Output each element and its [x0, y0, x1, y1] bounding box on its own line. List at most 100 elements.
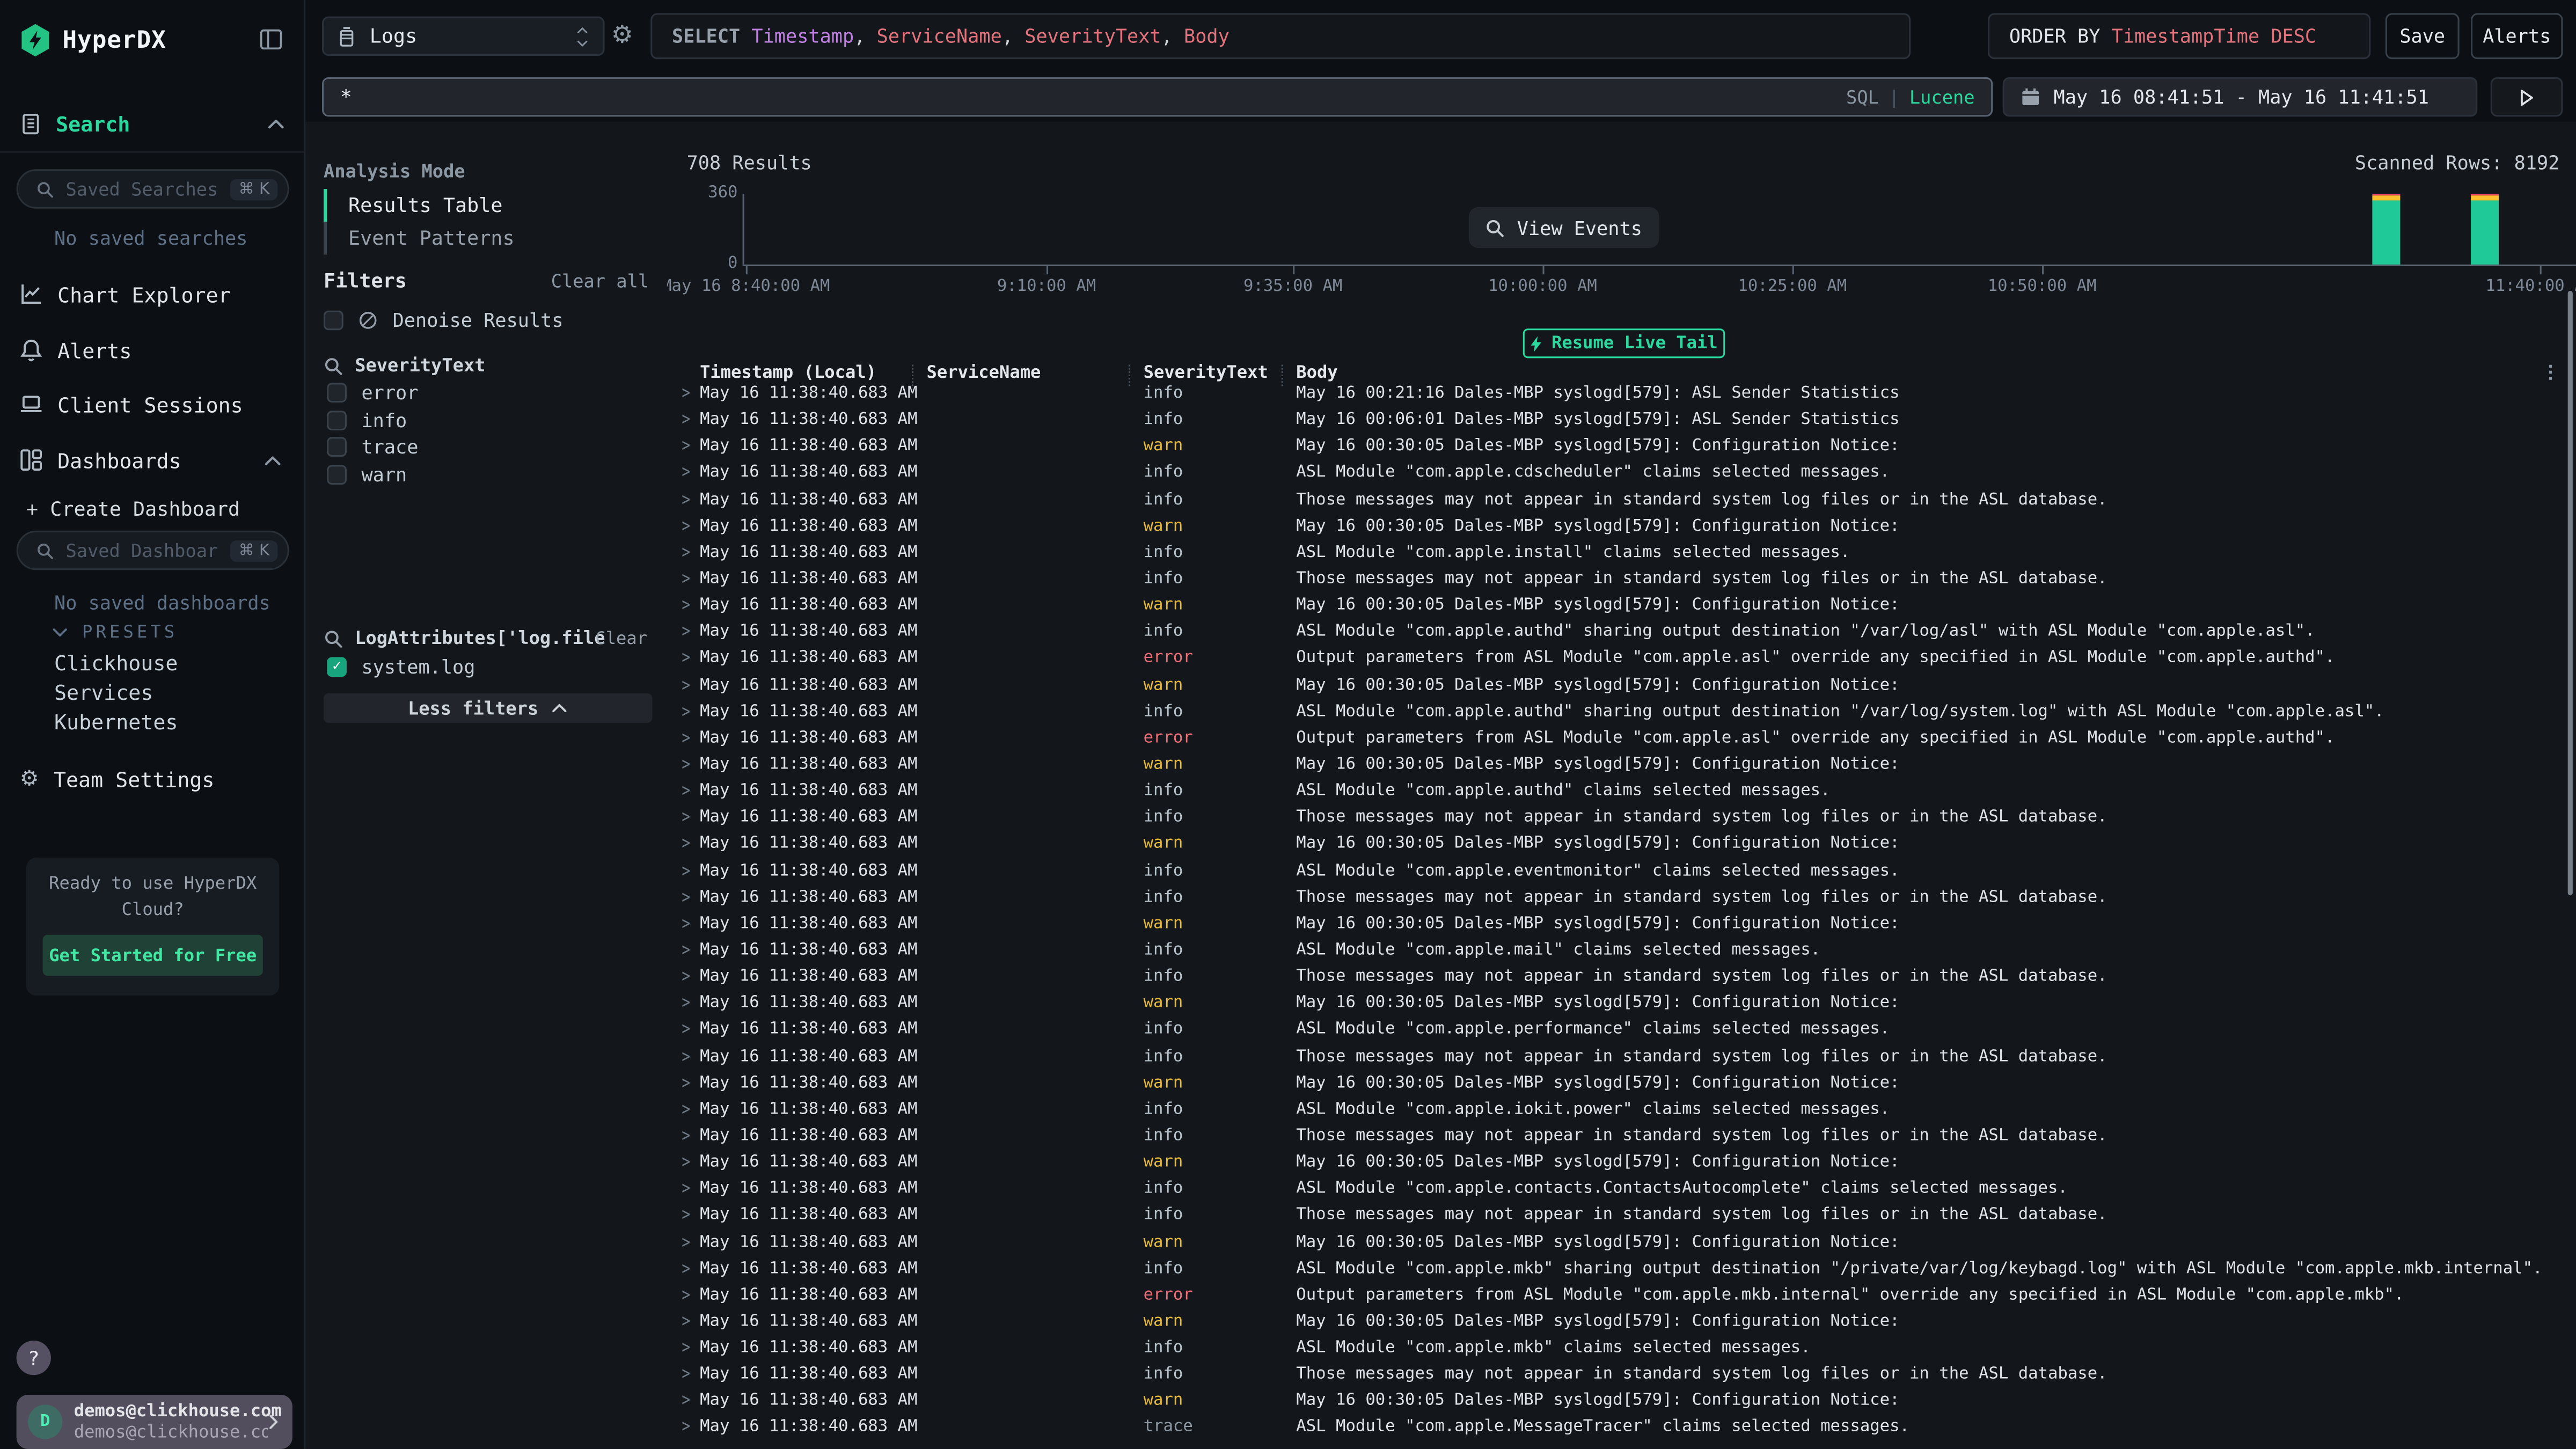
log-row[interactable]: >May 16 11:38:40.683 AMinfoThose message…: [667, 568, 2576, 595]
mode-event-patterns[interactable]: Event Patterns: [348, 222, 627, 254]
source-select[interactable]: Logs: [322, 17, 605, 56]
source-settings-gear-icon[interactable]: ⚙: [611, 20, 633, 49]
column-header-body[interactable]: Body: [1296, 363, 1337, 383]
log-row[interactable]: >May 16 11:38:40.683 AMwarnMay 16 00:30:…: [667, 1391, 2576, 1417]
run-query-button[interactable]: [2491, 77, 2563, 116]
save-button[interactable]: Save: [2385, 13, 2460, 59]
filter-option-error[interactable]: error: [327, 381, 418, 404]
log-row[interactable]: >May 16 11:38:40.683 AMinfoASL Module "c…: [667, 1099, 2576, 1125]
column-header-severitytext[interactable]: SeverityText: [1144, 363, 1268, 383]
table-options-kebab-icon[interactable]: ⋮: [2542, 361, 2560, 383]
group-clear-button[interactable]: Clear: [595, 629, 647, 649]
help-button[interactable]: ?: [17, 1341, 51, 1375]
log-severity-cell: warn: [1144, 756, 1183, 774]
log-row[interactable]: >May 16 11:38:40.683 AMwarnMay 16 00:30:…: [667, 913, 2576, 939]
log-row[interactable]: >May 16 11:38:40.683 AMinfoASL Module "c…: [667, 860, 2576, 887]
presets-toggle[interactable]: PRESETS: [51, 623, 178, 642]
log-row[interactable]: >May 16 11:38:40.683 AMinfoASL Module "c…: [667, 621, 2576, 648]
log-row[interactable]: >May 16 11:38:40.683 AMinfoThose message…: [667, 966, 2576, 992]
log-row[interactable]: >May 16 11:38:40.683 AMerrorOutput param…: [667, 1284, 2576, 1311]
user-account-card[interactable]: D demos@clickhouse.com demos@clickhouse.…: [17, 1395, 292, 1449]
get-started-button[interactable]: Get Started for Free: [43, 935, 263, 976]
log-row[interactable]: >May 16 11:38:40.683 AMwarnMay 16 00:30:…: [667, 1231, 2576, 1257]
log-row[interactable]: >May 16 11:38:40.683 AMinfoASL Module "c…: [667, 1337, 2576, 1364]
filter-option-info[interactable]: info: [327, 408, 407, 431]
language-sql-option[interactable]: SQL: [1846, 86, 1879, 108]
app-logo[interactable]: HyperDX: [20, 23, 166, 57]
log-row[interactable]: >May 16 11:38:40.683 AMinfoASL Module "c…: [667, 1019, 2576, 1045]
sidebar-preset-services[interactable]: Services: [54, 680, 153, 705]
chevron-right-icon: [265, 1413, 283, 1431]
log-body-cell: May 16 00:30:05 Dales-MBP syslogd[579]: …: [1296, 994, 1899, 1013]
less-filters-button[interactable]: Less filters: [324, 693, 652, 723]
log-row[interactable]: >May 16 11:38:40.683 AMinfoThose message…: [667, 1364, 2576, 1390]
query-search-input[interactable]: * SQL | Lucene: [322, 77, 1993, 116]
saved-dashboards-input[interactable]: Saved Dashboards ⌘ K: [17, 531, 289, 570]
filter-option-system.log[interactable]: ✓system.log: [327, 655, 475, 678]
log-row[interactable]: >May 16 11:38:40.683 AMwarnMay 16 00:30:…: [667, 675, 2576, 701]
time-range-picker[interactable]: May 16 08:41:51 - May 16 11:41:51: [2003, 77, 2478, 116]
view-events-button[interactable]: View Events: [1469, 207, 1659, 248]
saved-searches-input[interactable]: Saved Searches ⌘ K: [17, 169, 289, 208]
log-row[interactable]: >May 16 11:38:40.683 AMwarnMay 16 00:30:…: [667, 993, 2576, 1019]
sidebar-preset-kubernetes[interactable]: Kubernetes: [54, 709, 178, 734]
log-row[interactable]: >May 16 11:38:40.683 AMinfoASL Module "c…: [667, 542, 2576, 568]
log-body-cell: ASL Module "com.apple.authd" claims sele…: [1296, 782, 1830, 800]
histogram-bar[interactable]: [2372, 194, 2400, 265]
sidebar-item-team-settings[interactable]: ⚙ Team Settings: [0, 759, 305, 798]
log-row[interactable]: >May 16 11:38:40.683 AMinfoASL Module "c…: [667, 462, 2576, 488]
log-row[interactable]: >May 16 11:38:40.683 AMinfoThose message…: [667, 887, 2576, 913]
checkbox: ✓: [327, 657, 347, 677]
log-row[interactable]: >May 16 11:38:40.683 AMinfoThose message…: [667, 489, 2576, 515]
column-header-servicename[interactable]: ServiceName: [927, 363, 1041, 383]
mode-results-table[interactable]: Results Table: [348, 189, 627, 222]
log-row[interactable]: >May 16 11:38:40.683 AMwarnMay 16 00:30:…: [667, 1311, 2576, 1337]
log-row[interactable]: >May 16 11:38:40.683 AMwarnMay 16 00:30:…: [667, 515, 2576, 541]
log-row[interactable]: >May 16 11:38:40.683 AMinfoASL Module "c…: [667, 780, 2576, 807]
alerts-button[interactable]: Alerts: [2471, 13, 2563, 59]
log-row[interactable]: >May 16 11:38:40.683 AMinfoASL Module "c…: [667, 701, 2576, 727]
filter-option-warn[interactable]: warn: [327, 463, 407, 486]
sidebar-item-alerts[interactable]: Alerts: [0, 330, 305, 369]
log-row[interactable]: >May 16 11:38:40.683 AMwarnMay 16 00:30:…: [667, 436, 2576, 462]
log-row[interactable]: >May 16 11:38:40.683 AMwarnMay 16 00:30:…: [667, 754, 2576, 780]
log-row[interactable]: >May 16 11:38:40.683 AMerrorOutput param…: [667, 648, 2576, 674]
log-row[interactable]: >May 16 11:38:40.683 AMwarnMay 16 00:30:…: [667, 1152, 2576, 1178]
collapse-sidebar-icon[interactable]: [260, 28, 283, 51]
filter-option-trace[interactable]: trace: [327, 435, 418, 458]
language-lucene-option[interactable]: Lucene: [1909, 86, 1975, 108]
order-by-input[interactable]: ORDER BY TimestampTime DESC: [1988, 13, 2370, 59]
clear-all-button[interactable]: Clear all: [551, 271, 649, 292]
log-row[interactable]: >May 16 11:38:40.683 AMinfoASL Module "c…: [667, 940, 2576, 966]
sidebar-item-client-sessions[interactable]: Client Sessions: [0, 384, 305, 423]
sql-column: Body: [1173, 25, 1230, 48]
resume-live-tail-button[interactable]: Resume Live Tail: [1523, 328, 1725, 358]
log-severity-cell: warn: [1144, 1153, 1183, 1172]
log-row[interactable]: >May 16 11:38:40.683 AMtraceASL Module "…: [667, 1417, 2576, 1443]
histogram-bar[interactable]: [2471, 194, 2499, 265]
log-row[interactable]: >May 16 11:38:40.683 AMwarnMay 16 00:30:…: [667, 1072, 2576, 1099]
log-row[interactable]: >May 16 11:38:40.683 AMinfoThose message…: [667, 807, 2576, 833]
log-row[interactable]: >May 16 11:38:40.683 AMinfoASL Module "c…: [667, 1258, 2576, 1284]
sidebar-item-dashboards[interactable]: Dashboards: [0, 440, 305, 479]
log-row[interactable]: >May 16 11:38:40.683 AMinfoMay 16 00:21:…: [667, 383, 2576, 409]
log-row[interactable]: >May 16 11:38:40.683 AMinfoThose message…: [667, 1205, 2576, 1231]
log-row[interactable]: >May 16 11:38:40.683 AMinfoThose message…: [667, 1046, 2576, 1072]
log-row[interactable]: >May 16 11:38:40.683 AMinfoThose message…: [667, 1125, 2576, 1152]
sidebar-item-chart-explorer[interactable]: Chart Explorer: [0, 274, 305, 313]
log-row[interactable]: >May 16 11:38:40.683 AMwarnMay 16 00:30:…: [667, 595, 2576, 621]
log-row[interactable]: >May 16 11:38:40.683 AMinfoMay 16 00:06:…: [667, 409, 2576, 436]
log-row[interactable]: >May 16 11:38:40.683 AMwarnMay 16 00:30:…: [667, 833, 2576, 860]
log-row[interactable]: >May 16 11:38:40.683 AMinfoASL Module "c…: [667, 1179, 2576, 1205]
column-header-timestamp[interactable]: Timestamp (Local): [700, 363, 876, 383]
x-axis-tick-label: 9:10:00 AM: [997, 277, 1096, 296]
sidebar-item-search[interactable]: Search: [20, 112, 286, 136]
select-clause-input[interactable]: SELECT Timestamp, ServiceName, SeverityT…: [650, 13, 1911, 59]
log-body-cell: May 16 00:30:05 Dales-MBP syslogd[579]: …: [1296, 1074, 1899, 1092]
scrollbar-thumb[interactable]: [2568, 291, 2573, 896]
search-icon: [36, 541, 54, 560]
denoise-results-checkbox[interactable]: Denoise Results: [324, 309, 564, 332]
sidebar-preset-clickhouse[interactable]: Clickhouse: [54, 650, 178, 675]
create-dashboard-button[interactable]: + Create Dashboard: [26, 498, 240, 521]
log-row[interactable]: >May 16 11:38:40.683 AMerrorOutput param…: [667, 728, 2576, 754]
